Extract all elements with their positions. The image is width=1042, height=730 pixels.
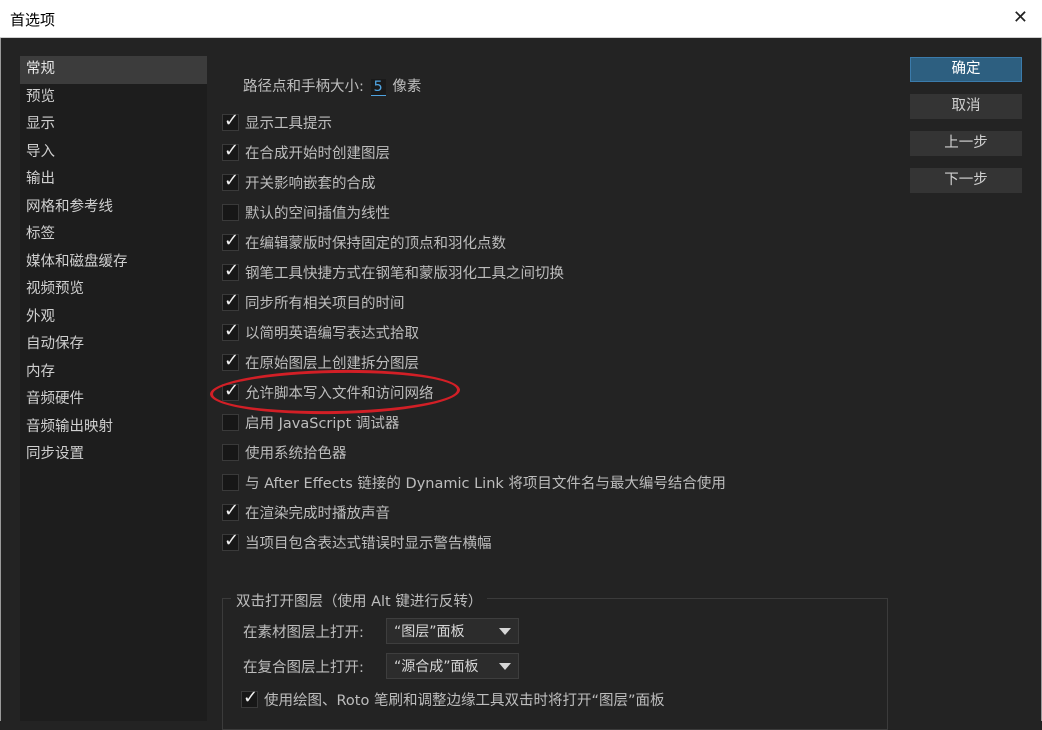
- checkbox[interactable]: [222, 473, 239, 491]
- checkbox[interactable]: [222, 413, 239, 431]
- checkbox[interactable]: [222, 260, 239, 281]
- sidebar-item-grids-guides[interactable]: 网格和参考线: [20, 194, 207, 222]
- sidebar-item-display[interactable]: 显示: [20, 111, 207, 139]
- window-border-left: [0, 38, 1, 721]
- sidebar-item-auto-save[interactable]: 自动保存: [20, 331, 207, 359]
- close-icon[interactable]: ✕: [1013, 7, 1028, 28]
- option-label: 默认的空间插值为线性: [245, 205, 390, 222]
- option-row[interactable]: 在合成开始时创建图层: [222, 137, 726, 167]
- checkbox[interactable]: [222, 110, 239, 131]
- option-label: 以简明英语编写表达式拾取: [245, 325, 419, 342]
- sidebar-item-audio-hardware[interactable]: 音频硬件: [20, 386, 207, 414]
- group-title: 双击打开图层（使用 Alt 键进行反转）: [231, 590, 488, 611]
- option-row[interactable]: 在原始图层上创建拆分图层: [222, 347, 726, 377]
- path-size-input[interactable]: 5: [370, 79, 386, 96]
- checkbox[interactable]: [222, 443, 239, 461]
- chevron-down-icon: [499, 663, 511, 670]
- sidebar-item-preview[interactable]: 预览: [20, 84, 207, 112]
- option-row[interactable]: 与 After Effects 链接的 Dynamic Link 将项目文件名与…: [222, 467, 726, 497]
- sidebar-item-media-disk-cache[interactable]: 媒体和磁盘缓存: [20, 249, 207, 277]
- next-button[interactable]: 下一步: [910, 168, 1022, 193]
- path-size-setting: 路径点和手柄大小: 5 像素: [243, 75, 421, 96]
- path-size-label: 路径点和手柄大小:: [243, 79, 364, 95]
- checkbox[interactable]: [222, 290, 239, 311]
- comp-open-select[interactable]: “源合成”面板: [386, 653, 519, 679]
- window-title: 首选项: [10, 11, 56, 29]
- option-row[interactable]: 同步所有相关项目的时间: [222, 287, 726, 317]
- sidebar-item-labels[interactable]: 标签: [20, 221, 207, 249]
- checkbox[interactable]: [222, 350, 239, 371]
- footage-open-label: 在素材图层上打开:: [243, 624, 364, 641]
- option-row[interactable]: 开关影响嵌套的合成: [222, 167, 726, 197]
- double-click-group: 双击打开图层（使用 Alt 键进行反转） 在素材图层上打开: “图层”面板 在复…: [222, 590, 888, 730]
- checkbox[interactable]: [222, 140, 239, 161]
- option-row[interactable]: 默认的空间插值为线性: [222, 197, 726, 227]
- sidebar-item-sync-settings[interactable]: 同步设置: [20, 441, 207, 469]
- option-label: 开关影响嵌套的合成: [245, 175, 376, 192]
- sidebar-item-video-preview[interactable]: 视频预览: [20, 276, 207, 304]
- footage-open-select[interactable]: “图层”面板: [386, 618, 519, 644]
- checkbox[interactable]: [241, 687, 258, 708]
- option-label: 同步所有相关项目的时间: [245, 295, 405, 312]
- option-label: 在合成开始时创建图层: [245, 145, 390, 162]
- option-label: 在编辑蒙版时保持固定的顶点和羽化点数: [245, 235, 506, 252]
- comp-open-row: 在复合图层上打开: “源合成”面板: [243, 653, 519, 679]
- ok-button[interactable]: 确定: [910, 57, 1022, 82]
- option-row[interactable]: 在编辑蒙版时保持固定的顶点和羽化点数: [222, 227, 726, 257]
- option-row[interactable]: 以简明英语编写表达式拾取: [222, 317, 726, 347]
- option-label: 与 After Effects 链接的 Dynamic Link 将项目文件名与…: [245, 475, 726, 492]
- sidebar-item-import[interactable]: 导入: [20, 139, 207, 167]
- option-row[interactable]: 使用系统拾色器: [222, 437, 726, 467]
- checkbox[interactable]: [222, 380, 239, 401]
- chevron-down-icon: [499, 628, 511, 635]
- general-options-list: 显示工具提示 在合成开始时创建图层 开关影响嵌套的合成 默认的空间插值为线性 在…: [222, 107, 726, 557]
- option-label: 使用系统拾色器: [245, 445, 347, 462]
- checkbox[interactable]: [222, 500, 239, 521]
- option-label: 在原始图层上创建拆分图层: [245, 355, 419, 372]
- checkbox[interactable]: [222, 530, 239, 551]
- title-bar: 首选项 ✕: [0, 0, 1042, 38]
- option-label: 允许脚本写入文件和访问网络: [245, 385, 434, 402]
- sidebar-item-general[interactable]: 常规: [20, 56, 207, 84]
- previous-button[interactable]: 上一步: [910, 131, 1022, 156]
- comp-open-label: 在复合图层上打开:: [243, 659, 364, 676]
- checkbox[interactable]: [222, 203, 239, 221]
- sidebar-item-output[interactable]: 输出: [20, 166, 207, 194]
- checkbox[interactable]: [222, 170, 239, 191]
- comp-open-value: “源合成”面板: [394, 659, 479, 675]
- option-row[interactable]: 当项目包含表达式错误时显示警告横幅: [222, 527, 726, 557]
- option-row[interactable]: 显示工具提示: [222, 107, 726, 137]
- sidebar-item-appearance[interactable]: 外观: [20, 304, 207, 332]
- preferences-sidebar: 常规 预览 显示 导入 输出 网格和参考线 标签 媒体和磁盘缓存 视频预览 外观…: [20, 56, 207, 721]
- option-label: 当项目包含表达式错误时显示警告横幅: [245, 535, 492, 552]
- option-label: 启用 JavaScript 调试器: [245, 415, 400, 432]
- footage-open-value: “图层”面板: [394, 624, 465, 640]
- option-row[interactable]: 启用 JavaScript 调试器: [222, 407, 726, 437]
- path-size-unit: 像素: [392, 79, 422, 95]
- option-row-allow-scripts[interactable]: 允许脚本写入文件和访问网络: [222, 377, 726, 407]
- sidebar-item-audio-output-mapping[interactable]: 音频输出映射: [20, 414, 207, 442]
- paint-option-row[interactable]: 使用绘图、Roto 笔刷和调整边缘工具双击时将打开“图层”面板: [241, 687, 665, 710]
- checkbox[interactable]: [222, 320, 239, 341]
- cancel-button[interactable]: 取消: [910, 94, 1022, 119]
- sidebar-item-memory[interactable]: 内存: [20, 359, 207, 387]
- option-label: 使用绘图、Roto 笔刷和调整边缘工具双击时将打开“图层”面板: [264, 693, 665, 709]
- option-label: 在渲染完成时播放声音: [245, 505, 390, 522]
- checkbox[interactable]: [222, 230, 239, 251]
- option-row[interactable]: 钢笔工具快捷方式在钢笔和蒙版羽化工具之间切换: [222, 257, 726, 287]
- option-label: 钢笔工具快捷方式在钢笔和蒙版羽化工具之间切换: [245, 265, 564, 282]
- footage-open-row: 在素材图层上打开: “图层”面板: [243, 618, 519, 644]
- option-label: 显示工具提示: [245, 115, 332, 132]
- option-row[interactable]: 在渲染完成时播放声音: [222, 497, 726, 527]
